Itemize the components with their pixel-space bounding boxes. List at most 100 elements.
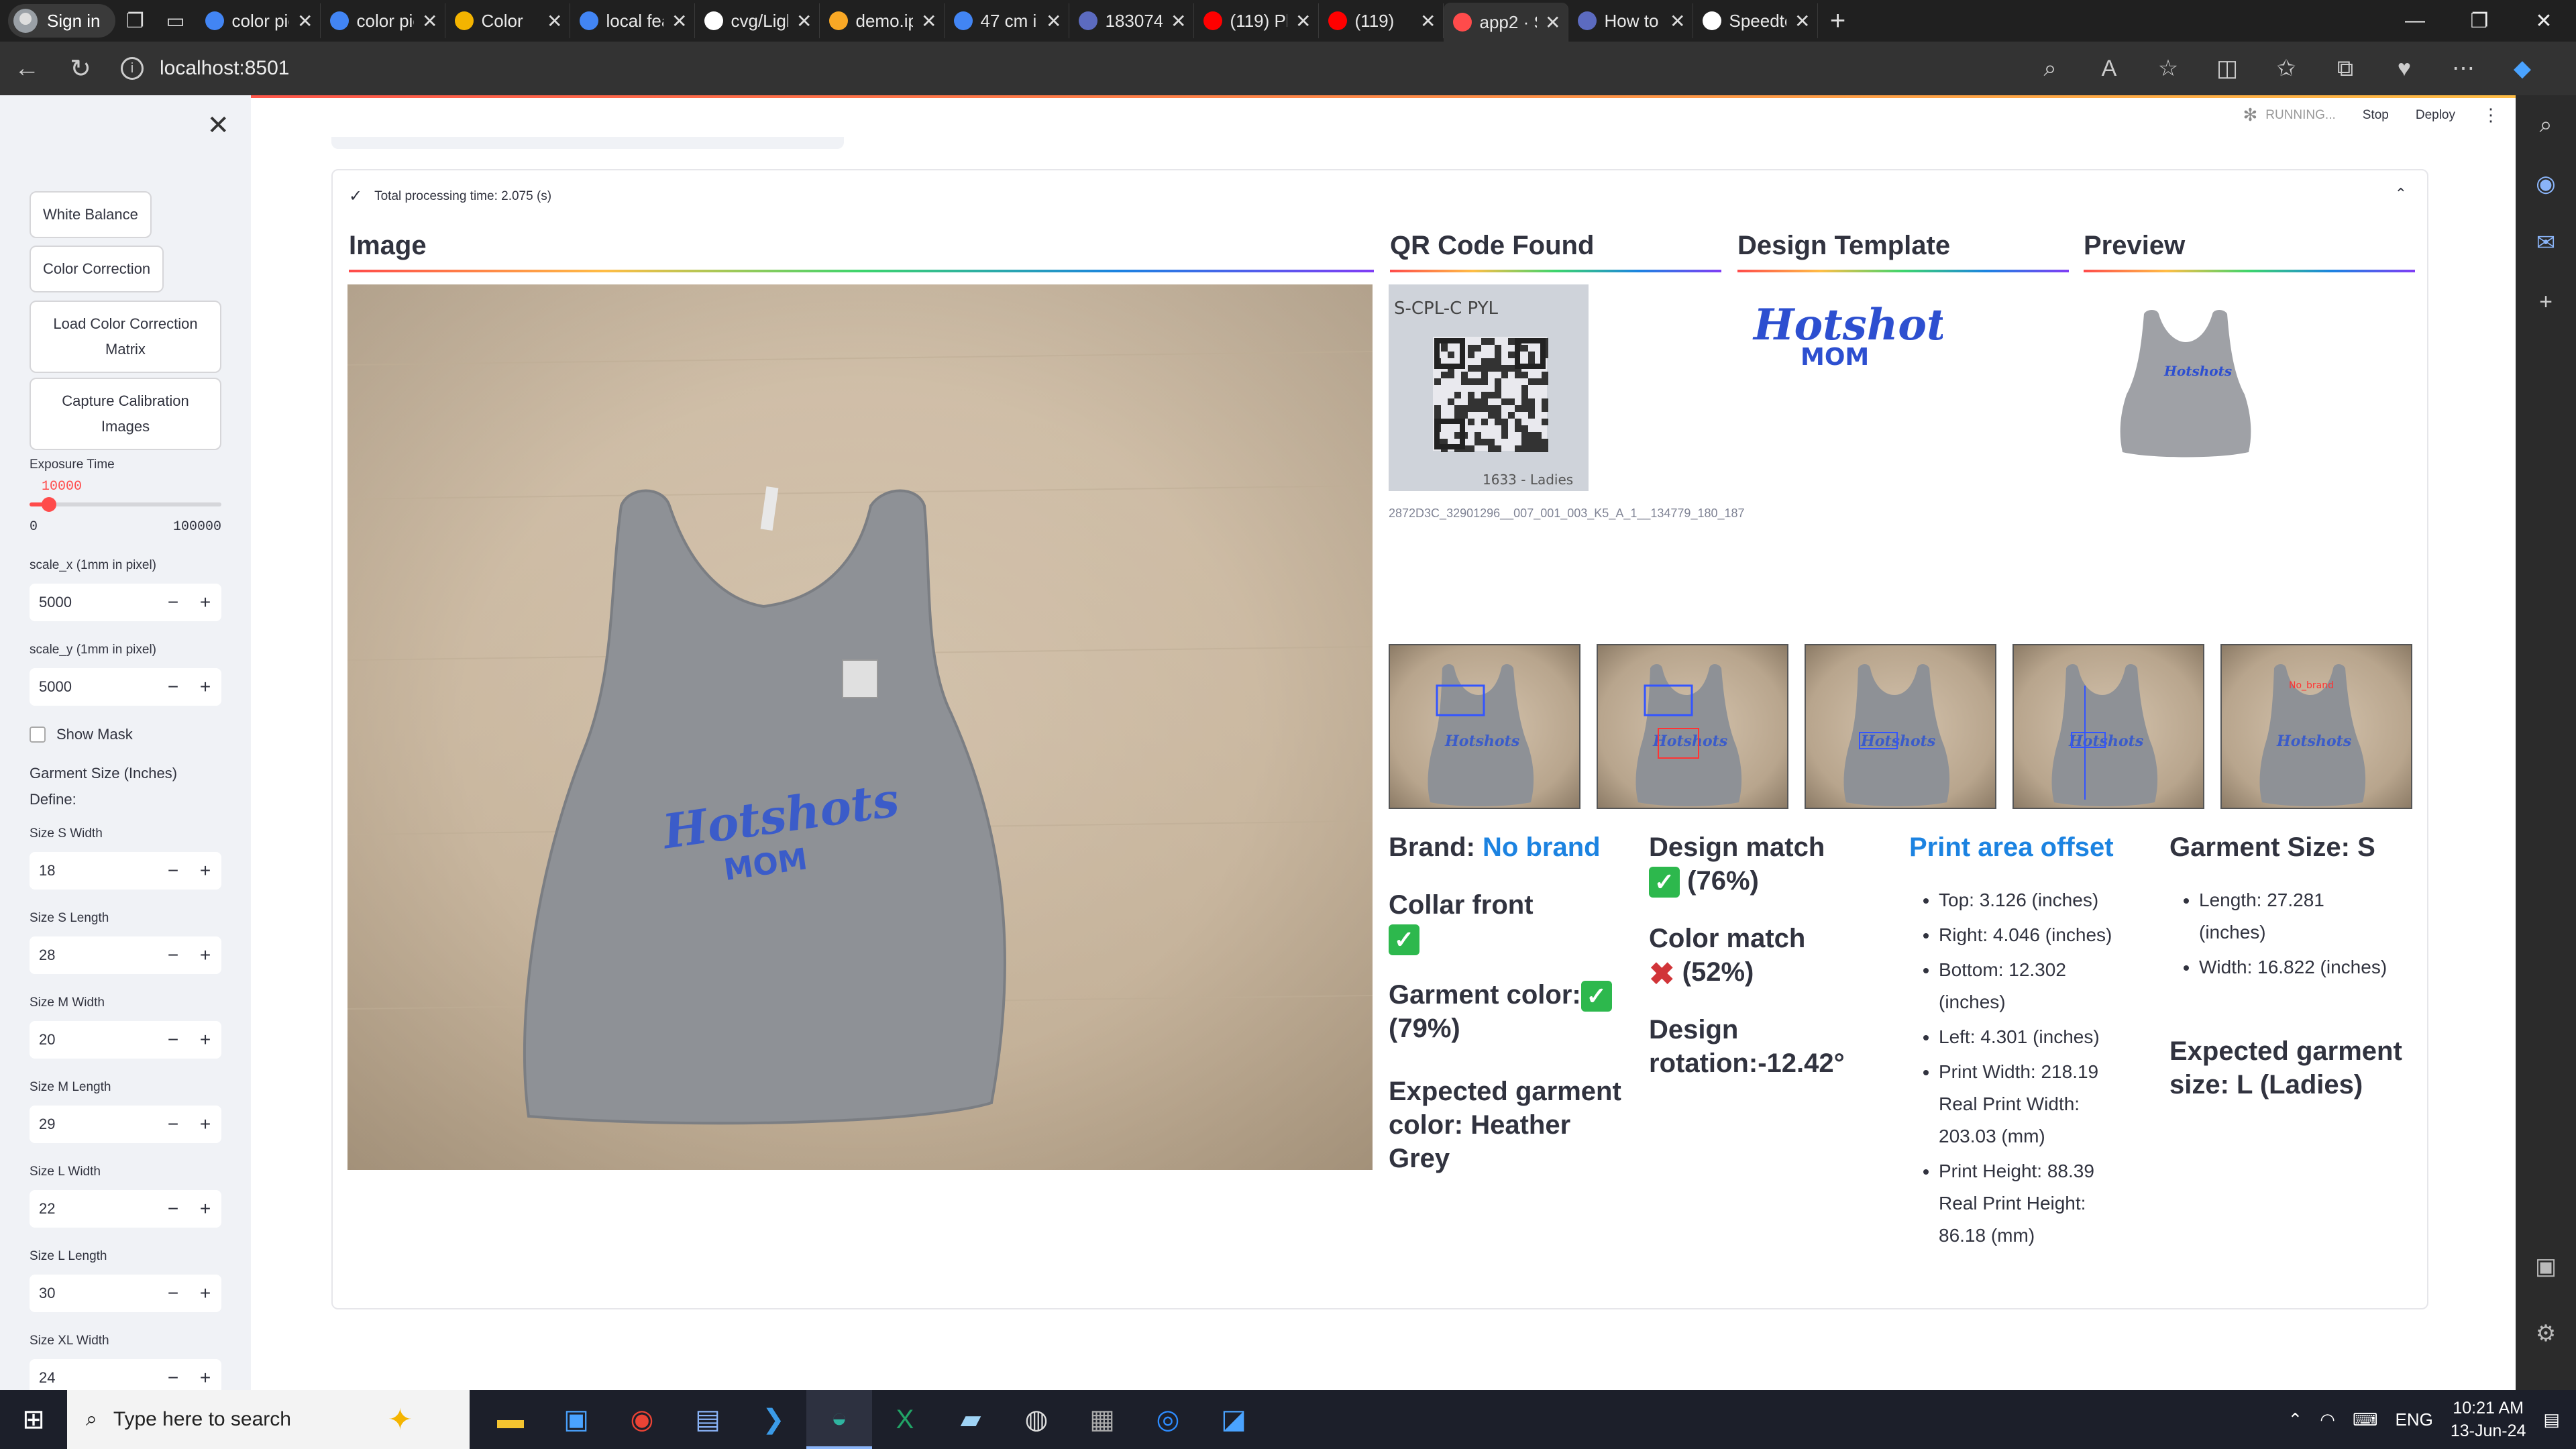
favorite-star-icon[interactable]: ☆ bbox=[2141, 55, 2195, 82]
refresh-icon[interactable]: ↻ bbox=[54, 42, 107, 95]
size-number-input[interactable]: 30− + bbox=[30, 1275, 221, 1312]
excel-icon[interactable]: X bbox=[872, 1390, 938, 1449]
size-decrement[interactable]: − bbox=[157, 1198, 189, 1220]
show-hidden-icons[interactable]: ⌃ bbox=[2288, 1409, 2302, 1430]
copilot-icon[interactable]: ◆ bbox=[2496, 55, 2549, 82]
close-tab-icon[interactable]: ✕ bbox=[1171, 10, 1186, 32]
file-explorer-icon[interactable]: ▬ bbox=[478, 1390, 543, 1449]
scale-x-decrement[interactable]: − bbox=[157, 592, 189, 613]
favorites-icon[interactable]: ✩ bbox=[2259, 55, 2313, 82]
stop-button[interactable]: Stop bbox=[2363, 108, 2389, 123]
performance-icon[interactable]: ♥ bbox=[2377, 56, 2431, 82]
close-tab-icon[interactable]: ✕ bbox=[921, 10, 936, 32]
size-decrement[interactable]: − bbox=[157, 945, 189, 966]
close-tab-icon[interactable]: ✕ bbox=[422, 10, 437, 32]
size-value[interactable]: 30 bbox=[30, 1285, 157, 1302]
close-window-icon[interactable]: ✕ bbox=[2512, 0, 2576, 42]
more-menu-icon[interactable]: ⋯ bbox=[2436, 55, 2490, 82]
taskbar-search[interactable]: ⌕ Type here to search ✦ bbox=[67, 1390, 470, 1449]
new-tab-button[interactable]: + bbox=[1818, 6, 1858, 36]
browser-tab[interactable]: color pick ✕ bbox=[196, 3, 321, 38]
store-icon[interactable]: ▣ bbox=[543, 1390, 609, 1449]
color-correction-button[interactable]: Color Correction bbox=[30, 246, 164, 292]
size-decrement[interactable]: − bbox=[157, 860, 189, 881]
size-increment[interactable]: + bbox=[189, 860, 221, 881]
split-screen-icon[interactable]: ◫ bbox=[2200, 55, 2254, 82]
calculator-icon[interactable]: ▦ bbox=[1069, 1390, 1135, 1449]
size-decrement[interactable]: − bbox=[157, 1029, 189, 1051]
keyboard-icon[interactable]: ⌨ bbox=[2353, 1409, 2378, 1430]
edge-icon[interactable]: ◒ bbox=[806, 1390, 872, 1449]
size-value[interactable]: 24 bbox=[30, 1369, 157, 1387]
scale-y-decrement[interactable]: − bbox=[157, 676, 189, 698]
close-tab-icon[interactable]: ✕ bbox=[1295, 10, 1311, 32]
close-tab-icon[interactable]: ✕ bbox=[1794, 10, 1810, 32]
back-icon[interactable]: ← bbox=[0, 42, 54, 95]
size-value[interactable]: 28 bbox=[30, 947, 157, 964]
main-menu-icon[interactable]: ⋮ bbox=[2482, 105, 2500, 125]
close-tab-icon[interactable]: ✕ bbox=[672, 10, 687, 32]
size-number-input[interactable]: 24− + bbox=[30, 1359, 221, 1390]
info-icon[interactable]: i bbox=[121, 57, 144, 80]
tab-actions-icon[interactable]: ▭ bbox=[156, 4, 196, 38]
browser-tab[interactable]: Speedtest ✕ bbox=[1693, 3, 1818, 38]
browser-tab[interactable]: app2 · Str ✕ bbox=[1443, 3, 1568, 42]
browser-tab[interactable]: cvg/Light ✕ bbox=[695, 3, 820, 38]
browser-tab[interactable]: Color ✕ bbox=[445, 3, 570, 38]
wifi-icon[interactable]: ◠ bbox=[2320, 1409, 2335, 1430]
scale-x-increment[interactable]: + bbox=[189, 592, 221, 613]
close-tab-icon[interactable]: ✕ bbox=[1420, 10, 1436, 32]
scale-y-input[interactable]: 5000 − + bbox=[30, 668, 221, 706]
close-tab-icon[interactable]: ✕ bbox=[547, 10, 562, 32]
browser-tab[interactable]: local feat ✕ bbox=[570, 3, 695, 38]
browser-tab[interactable]: color pick ✕ bbox=[321, 3, 445, 38]
browser-tab[interactable]: (119) Play ✕ bbox=[1194, 3, 1319, 38]
size-decrement[interactable]: − bbox=[157, 1283, 189, 1304]
windows-start-icon[interactable]: ⊞ bbox=[0, 1404, 67, 1435]
notification-icon[interactable]: ▤ bbox=[2543, 1409, 2560, 1430]
outlook-icon[interactable]: ✉ bbox=[2530, 227, 2562, 259]
add-sidebar-app-icon[interactable]: + bbox=[2530, 286, 2562, 318]
close-tab-icon[interactable]: ✕ bbox=[1670, 10, 1685, 32]
size-increment[interactable]: + bbox=[189, 1029, 221, 1051]
chrome-icon[interactable]: ◉ bbox=[609, 1390, 675, 1449]
size-increment[interactable]: + bbox=[189, 1283, 221, 1304]
feedback-icon[interactable]: ▣ bbox=[2530, 1250, 2562, 1283]
close-tab-icon[interactable]: ✕ bbox=[796, 10, 812, 32]
size-value[interactable]: 29 bbox=[30, 1116, 157, 1133]
size-number-input[interactable]: 18− + bbox=[30, 852, 221, 890]
size-increment[interactable]: + bbox=[189, 1114, 221, 1135]
workspaces-icon[interactable]: ❐ bbox=[115, 4, 156, 38]
browser-tab[interactable]: (119) ✕ bbox=[1319, 3, 1444, 38]
size-number-input[interactable]: 20− + bbox=[30, 1021, 221, 1059]
clock[interactable]: 10:21 AM 13-Jun-24 bbox=[2451, 1397, 2526, 1442]
paint-icon[interactable]: ◍ bbox=[1004, 1390, 1069, 1449]
browser-tab[interactable]: 1830743 ✕ bbox=[1069, 3, 1194, 38]
vscode-icon[interactable]: ❯ bbox=[741, 1390, 806, 1449]
size-value[interactable]: 20 bbox=[30, 1031, 157, 1049]
size-value[interactable]: 22 bbox=[30, 1200, 157, 1218]
close-sidebar-icon[interactable]: ✕ bbox=[207, 110, 229, 141]
zoom-icon[interactable]: ⌕ bbox=[2023, 56, 2077, 82]
exposure-slider-handle[interactable] bbox=[41, 497, 56, 512]
size-increment[interactable]: + bbox=[189, 945, 221, 966]
exposure-slider[interactable] bbox=[30, 497, 221, 512]
size-number-input[interactable]: 29− + bbox=[30, 1106, 221, 1143]
browser-tab[interactable]: 47 cm in ✕ bbox=[945, 3, 1069, 38]
read-aloud-icon[interactable]: A bbox=[2082, 56, 2136, 82]
chevron-up-icon[interactable]: ⌃ bbox=[2395, 185, 2407, 203]
scale-y-increment[interactable]: + bbox=[189, 676, 221, 698]
browser-tab[interactable]: How to g ✕ bbox=[1568, 3, 1693, 38]
close-tab-icon[interactable]: ✕ bbox=[1046, 10, 1061, 32]
restore-icon[interactable]: ❐ bbox=[2447, 0, 2512, 42]
capture-calibration-button[interactable]: Capture Calibration Images bbox=[30, 378, 221, 450]
size-increment[interactable]: + bbox=[189, 1198, 221, 1220]
load-color-correction-button[interactable]: Load Color Correction Matrix bbox=[30, 301, 221, 373]
expander-header[interactable]: ✓ Total processing time: 2.075 (s) bbox=[349, 186, 551, 206]
zoom-app-icon[interactable]: ◎ bbox=[1135, 1390, 1201, 1449]
deploy-button[interactable]: Deploy bbox=[2416, 108, 2455, 123]
close-tab-icon[interactable]: ✕ bbox=[297, 10, 313, 32]
profile-signin-button[interactable]: Sign in bbox=[8, 4, 115, 38]
photos-icon[interactable]: ◪ bbox=[1201, 1390, 1267, 1449]
language-indicator[interactable]: ENG bbox=[2396, 1409, 2433, 1430]
